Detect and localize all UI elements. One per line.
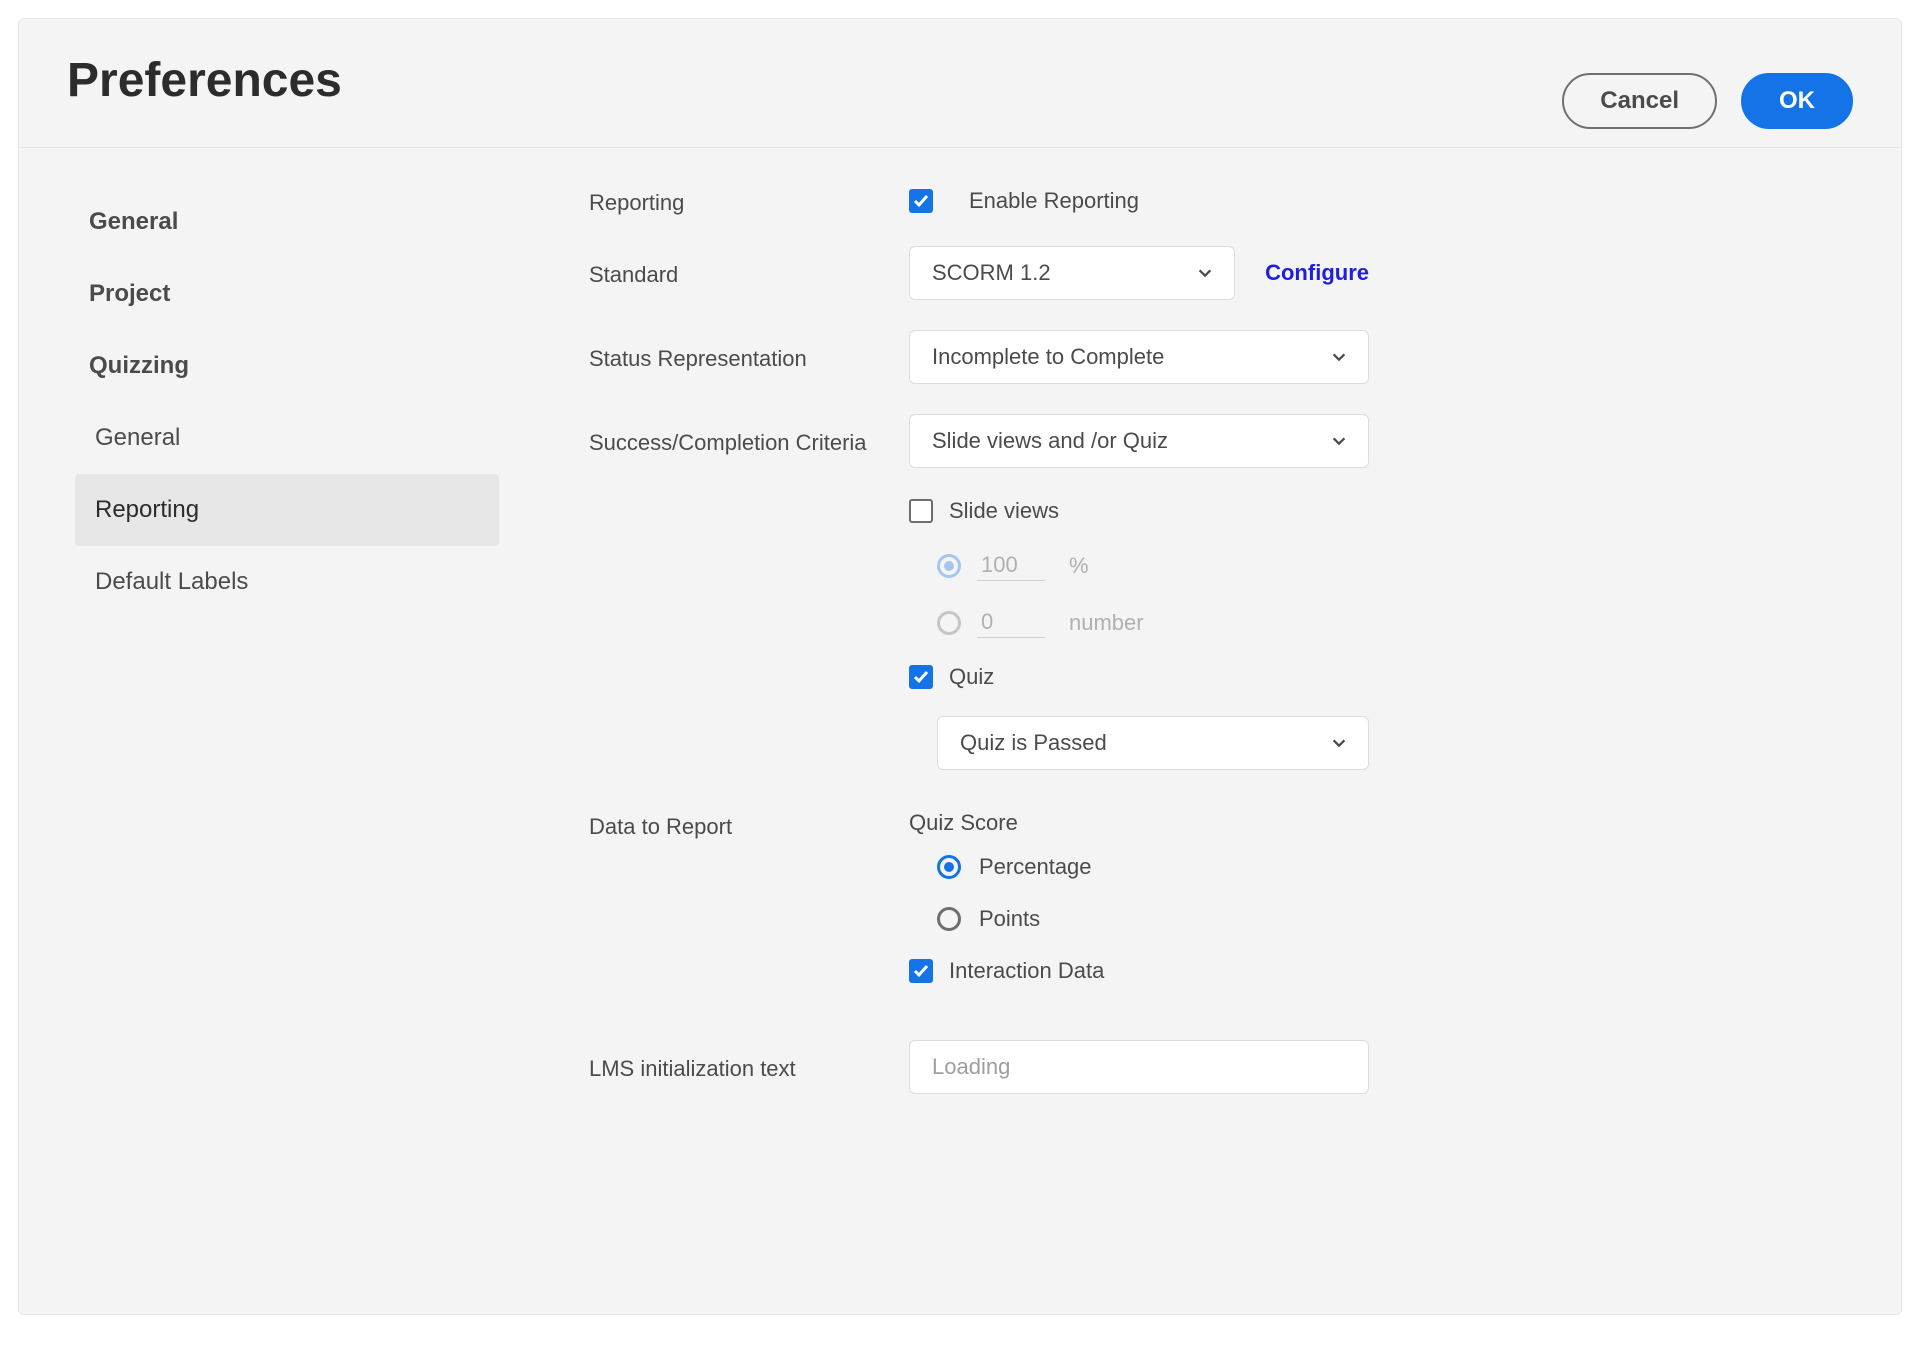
criteria-label: Success/Completion Criteria <box>509 426 909 456</box>
standard-select[interactable]: SCORM 1.2 <box>909 246 1235 300</box>
standard-select-value: SCORM 1.2 <box>932 260 1051 286</box>
enable-reporting-label: Enable Reporting <box>969 188 1139 214</box>
percentage-label: Percentage <box>979 854 1092 880</box>
chevron-down-icon <box>1330 432 1348 450</box>
dialog-header: Preferences Cancel OK <box>19 19 1901 148</box>
slide-views-label: Slide views <box>949 498 1059 524</box>
criteria-select-value: Slide views and /or Quiz <box>932 428 1168 454</box>
configure-link[interactable]: Configure <box>1265 260 1369 286</box>
quiz-select-value: Quiz is Passed <box>960 730 1107 756</box>
sidebar-item-quizzing[interactable]: Quizzing <box>75 330 499 402</box>
sidebar-item-quiz-labels[interactable]: Default Labels <box>75 546 499 618</box>
percentage-radio[interactable] <box>937 855 961 879</box>
quiz-checkbox[interactable] <box>909 665 933 689</box>
lms-init-input[interactable]: Loading <box>909 1040 1369 1094</box>
slide-number-radio[interactable] <box>937 611 961 635</box>
points-radio[interactable] <box>937 907 961 931</box>
enable-reporting-checkbox[interactable] <box>909 189 933 213</box>
ok-button[interactable]: OK <box>1741 73 1853 129</box>
standard-label: Standard <box>509 258 909 288</box>
page-title: Preferences <box>67 53 342 108</box>
quiz-score-label: Quiz Score <box>909 810 1369 836</box>
sidebar: General Project Quizzing General Reporti… <box>19 172 509 1094</box>
status-select[interactable]: Incomplete to Complete <box>909 330 1369 384</box>
sidebar-item-quiz-general[interactable]: General <box>75 402 499 474</box>
lms-init-label: LMS initialization text <box>509 1052 909 1082</box>
slide-number-input[interactable] <box>977 607 1045 638</box>
dialog-actions: Cancel OK <box>1562 73 1853 129</box>
slide-percent-radio[interactable] <box>937 554 961 578</box>
interaction-data-checkbox[interactable] <box>909 959 933 983</box>
quiz-label: Quiz <box>949 664 994 690</box>
slide-percent-input[interactable] <box>977 550 1045 581</box>
sidebar-item-quiz-reporting[interactable]: Reporting <box>75 474 499 546</box>
chevron-down-icon <box>1330 734 1348 752</box>
slide-views-checkbox[interactable] <box>909 499 933 523</box>
points-label: Points <box>979 906 1040 932</box>
form-area: Reporting Enable Reporting Standard SCOR… <box>509 172 1379 1094</box>
sidebar-item-project[interactable]: Project <box>75 258 499 330</box>
status-select-value: Incomplete to Complete <box>932 344 1164 370</box>
data-to-report-label: Data to Report <box>509 810 909 840</box>
interaction-data-label: Interaction Data <box>949 958 1104 984</box>
reporting-label: Reporting <box>509 186 909 216</box>
lms-init-value: Loading <box>932 1054 1010 1080</box>
cancel-button[interactable]: Cancel <box>1562 73 1717 129</box>
chevron-down-icon <box>1196 264 1214 282</box>
status-label: Status Representation <box>509 342 909 372</box>
chevron-down-icon <box>1330 348 1348 366</box>
preferences-dialog: Preferences Cancel OK General Project Qu… <box>18 18 1902 1315</box>
quiz-select[interactable]: Quiz is Passed <box>937 716 1369 770</box>
slide-number-unit: number <box>1069 610 1144 636</box>
slide-percent-unit: % <box>1069 553 1089 579</box>
sidebar-item-general[interactable]: General <box>75 186 499 258</box>
criteria-select[interactable]: Slide views and /or Quiz <box>909 414 1369 468</box>
